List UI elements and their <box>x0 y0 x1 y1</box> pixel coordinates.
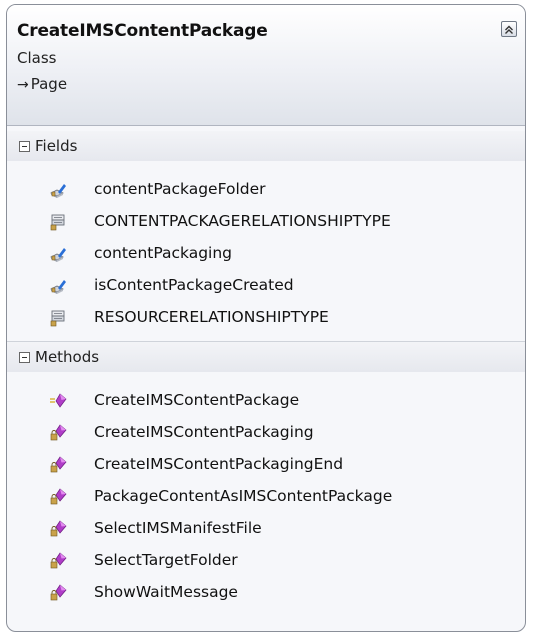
base-class-name: Page <box>30 75 68 93</box>
field-name: contentPackaging <box>94 244 233 262</box>
methods-section-label: Methods <box>35 348 100 366</box>
private-method-icon <box>49 424 67 442</box>
class-stereotype: Class <box>17 49 57 67</box>
method-row[interactable]: SelectIMSManifestFile <box>7 514 525 546</box>
method-name: ShowWaitMessage <box>94 583 238 601</box>
class-name: CreateIMSContentPackage <box>17 21 268 41</box>
class-diagram-shape[interactable]: CreateIMSContentPackage Class → Page Fiel… <box>6 4 526 632</box>
private-field-icon <box>49 181 67 199</box>
private-method-icon <box>49 584 67 602</box>
fields-section-label: Fields <box>35 137 78 155</box>
method-name: CreateIMSContentPackagingEnd <box>94 455 344 473</box>
field-row[interactable]: contentPackageFolder <box>7 175 525 207</box>
collapse-fields-icon[interactable] <box>19 141 30 152</box>
field-row[interactable]: CONTENTPACKAGERELATIONSHIPTYPE <box>7 207 525 239</box>
method-row[interactable]: CreateIMSContentPackaging <box>7 418 525 450</box>
base-class-row: → Page <box>17 75 67 93</box>
methods-section-header[interactable]: Methods <box>7 341 525 372</box>
class-header: CreateIMSContentPackage Class → Page <box>7 5 525 126</box>
methods-list: CreateIMSContentPackage CreateIMSContentP… <box>7 386 525 610</box>
private-method-icon <box>49 552 67 570</box>
field-row[interactable]: contentPackaging <box>7 239 525 271</box>
method-name: SelectTargetFolder <box>94 551 238 569</box>
method-name: CreateIMSContentPackaging <box>94 423 314 441</box>
private-method-icon <box>49 456 67 474</box>
private-method-icon <box>49 520 67 538</box>
private-field-icon <box>49 245 67 263</box>
method-row[interactable]: ShowWaitMessage <box>7 578 525 610</box>
method-row[interactable]: PackageContentAsIMSContentPackage <box>7 482 525 514</box>
fields-section-header[interactable]: Fields <box>7 131 525 161</box>
field-name: CONTENTPACKAGERELATIONSHIPTYPE <box>94 212 391 230</box>
method-row[interactable]: CreateIMSContentPackage <box>7 386 525 418</box>
collapse-methods-icon[interactable] <box>19 352 30 363</box>
private-method-icon <box>49 488 67 506</box>
method-name: PackageContentAsIMSContentPackage <box>94 487 393 505</box>
field-name: RESOURCERELATIONSHIPTYPE <box>94 308 329 326</box>
field-name: contentPackageFolder <box>94 180 266 198</box>
method-row[interactable]: CreateIMSContentPackagingEnd <box>7 450 525 482</box>
constant-field-icon <box>49 309 67 327</box>
fields-list: contentPackageFolder CONTENTPACKAGERELATI… <box>7 175 525 335</box>
collapse-button[interactable] <box>501 21 517 37</box>
inheritance-arrow-icon: → <box>17 77 29 93</box>
method-name: CreateIMSContentPackage <box>94 391 300 409</box>
constant-field-icon <box>49 213 67 231</box>
private-field-icon <box>49 277 67 295</box>
field-row[interactable]: RESOURCERELATIONSHIPTYPE <box>7 303 525 335</box>
public-method-icon <box>49 392 67 410</box>
field-name: isContentPackageCreated <box>94 276 294 294</box>
method-name: SelectIMSManifestFile <box>94 519 262 537</box>
field-row[interactable]: isContentPackageCreated <box>7 271 525 303</box>
double-chevron-up-icon <box>505 25 513 34</box>
method-row[interactable]: SelectTargetFolder <box>7 546 525 578</box>
